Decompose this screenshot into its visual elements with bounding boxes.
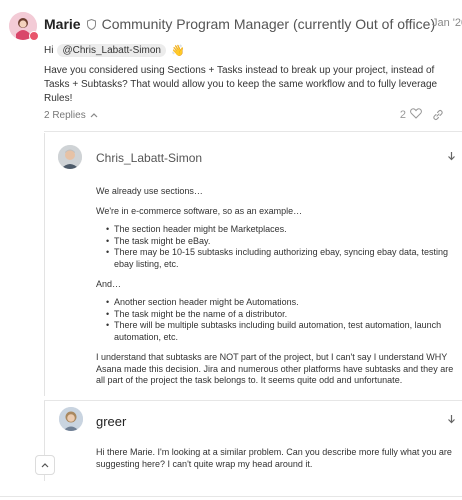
moderator-badge: [29, 31, 39, 41]
reply-paragraph: We're in e-commerce software, so as an e…: [96, 206, 303, 216]
user-mention[interactable]: @Chris_Labatt-Simon: [57, 44, 166, 57]
chevron-up-icon: [90, 111, 98, 120]
post-divider: [44, 131, 462, 132]
heart-icon[interactable]: [410, 108, 422, 122]
replies-count-label: 2 Replies: [44, 110, 86, 121]
chevron-down-arrow-icon[interactable]: [447, 414, 456, 427]
reply-greer: greer Hi there Marie. I'm looking at a s…: [44, 401, 462, 481]
wave-emoji: 👋: [170, 45, 185, 57]
shield-icon: [86, 18, 96, 30]
chevron-down-arrow-icon[interactable]: [447, 151, 456, 164]
post-author-role: Community Program Manager (currently Out…: [101, 16, 436, 32]
list-item: The section header might be Marketplaces…: [106, 224, 455, 236]
post-greeting: Hi @Chris_Labatt-Simon 👋: [44, 44, 185, 57]
reply-list: Another section header might be Automati…: [106, 297, 455, 343]
reply-paragraph: And…: [96, 279, 122, 289]
avatar-chris[interactable]: [58, 145, 82, 169]
list-item: There will be multiple subtasks includin…: [106, 320, 455, 343]
greeting-text: Hi: [44, 45, 54, 56]
list-item: Another section header might be Automati…: [106, 297, 455, 309]
reply-author[interactable]: Chris_Labatt-Simon: [96, 151, 202, 165]
reply-paragraph: We already use sections…: [96, 186, 203, 196]
list-item: The task might be eBay.: [106, 236, 455, 248]
post-header: Marie Community Program Manager (current…: [44, 15, 435, 33]
like-count: 2: [399, 109, 406, 121]
scroll-to-top-button[interactable]: [35, 455, 55, 475]
list-item: There may be 10-15 subtasks including au…: [106, 247, 455, 270]
reply-chris: Chris_Labatt-Simon We already use sectio…: [44, 133, 462, 396]
chevron-up-icon: [41, 460, 49, 470]
post-date[interactable]: Jan '20: [432, 17, 462, 29]
replies-toggle-button[interactable]: 2 Replies: [44, 110, 98, 121]
reply-author[interactable]: greer: [96, 414, 126, 429]
reply-paragraph: I understand that subtasks are NOT part …: [96, 352, 454, 385]
reply-body: Hi there Marie. I'm looking at a similar…: [96, 447, 452, 469]
link-icon[interactable]: [432, 109, 444, 121]
post-body: Have you considered using Sections + Tas…: [44, 65, 438, 104]
post-actions: 2: [400, 108, 444, 122]
reply-list: The section header might be Marketplaces…: [106, 224, 455, 270]
avatar-greer[interactable]: [59, 407, 83, 431]
list-item: The task might be the name of a distribu…: [106, 309, 455, 321]
bottom-divider: [0, 496, 462, 497]
post-author[interactable]: Marie: [44, 16, 81, 32]
